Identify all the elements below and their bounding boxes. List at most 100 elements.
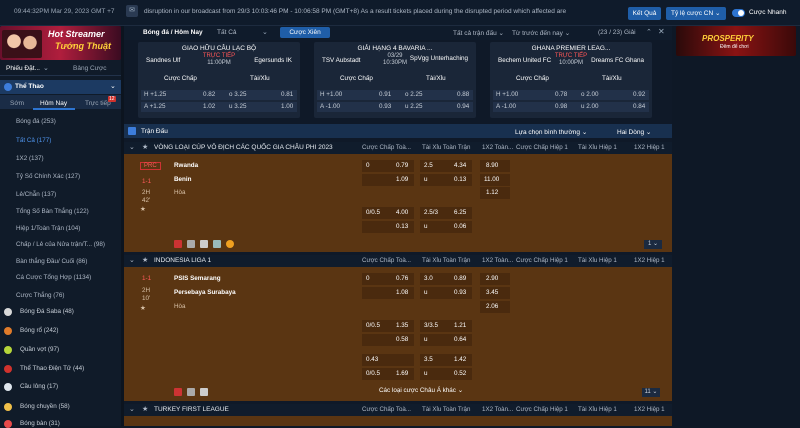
- card-odds-row[interactable]: A -1.00 0.98 u 2.00 0.84: [493, 102, 649, 112]
- star-icon[interactable]: ★: [142, 143, 148, 151]
- odds-cell[interactable]: 2.06: [480, 301, 510, 313]
- odds[interactable]: 0.79: [396, 162, 408, 169]
- tab-bet-slip[interactable]: Phiếu Đặt...: [6, 65, 40, 72]
- odds-cell[interactable]: 8.90: [480, 160, 510, 172]
- odds[interactable]: 6.25: [454, 209, 466, 216]
- chevron-down-icon[interactable]: ⌄: [129, 405, 135, 413]
- odds-cell[interactable]: u 0.52: [420, 368, 472, 380]
- tab-bet-list[interactable]: Bảng Cược: [73, 65, 107, 72]
- view-mode-select[interactable]: Hai Dòng ⌄: [617, 128, 651, 136]
- card-odds-row[interactable]: A +1.25 1.02 u 3.25 1.00: [141, 102, 297, 112]
- odds[interactable]: 1.09: [396, 176, 408, 183]
- chevron-up-icon[interactable]: ⌄: [110, 82, 116, 90]
- odds[interactable]: 0.13: [454, 176, 466, 183]
- league-count[interactable]: (23 / 23) Giải: [598, 29, 636, 36]
- odds-cell[interactable]: u 0.64: [420, 334, 472, 346]
- sidebar-item-half-handicap[interactable]: Chấp / Lẻ của Nửa trận/T... (98): [16, 241, 105, 248]
- league-header[interactable]: ⌄ ★ VÒNG LOẠI CÚP VÔ ĐỊCH CÁC QUỐC GIA C…: [124, 142, 672, 154]
- odds[interactable]: 1.12: [486, 189, 498, 196]
- collapse-icon[interactable]: ⌃: [646, 28, 652, 36]
- card-odds-row[interactable]: A -1.00 0.93 u 2.25 0.94: [317, 102, 473, 112]
- chevron-down-icon[interactable]: ⌄: [262, 28, 268, 36]
- sort-select[interactable]: Từ trước đến nay ⌄: [512, 29, 570, 37]
- odds-cell[interactable]: 0 0.76: [362, 273, 414, 285]
- odds[interactable]: 0.13: [396, 223, 408, 230]
- odds-cell[interactable]: 2.90: [480, 273, 510, 285]
- sidebar-item-mix-parlay[interactable]: Cá Cược Tổng Hợp (1134): [16, 274, 91, 281]
- more-asian-markets-link[interactable]: Các loại cược Châu Á khác ⌄: [379, 387, 463, 394]
- sidebar-item-correct-score[interactable]: Tỷ Số Chính Xác (127): [16, 173, 80, 180]
- sidebar-item-first-last-goal[interactable]: Bàn thắng Đầu/ Cuối (86): [16, 258, 87, 265]
- chevron-down-icon[interactable]: ⌄: [129, 143, 135, 151]
- results-button[interactable]: Kết Quả: [628, 7, 661, 20]
- bet-type-filter[interactable]: Tất Cả: [217, 29, 237, 36]
- odds-format-select[interactable]: Tỷ lệ cược CN ⌄: [666, 7, 726, 20]
- tab-today[interactable]: Hôm Nay: [40, 100, 67, 107]
- live-stream-icon[interactable]: [174, 240, 182, 248]
- sidebar-item-esports[interactable]: Thể Thao Điện Tử (44): [20, 365, 84, 372]
- parlay-button[interactable]: Cược Xiên: [280, 27, 330, 38]
- odds[interactable]: 4.34: [454, 162, 466, 169]
- odds-cell[interactable]: 3/3.5 1.21: [420, 320, 472, 332]
- odds-value[interactable]: 0.91: [379, 91, 391, 98]
- odds[interactable]: 2.06: [486, 303, 498, 310]
- odds-value[interactable]: 0.94: [457, 103, 469, 110]
- sidebar-item-basketball[interactable]: Bóng rổ (242): [20, 327, 59, 334]
- odds[interactable]: 0.52: [454, 370, 466, 377]
- cash-icon[interactable]: [200, 240, 208, 248]
- odds[interactable]: 11.00: [484, 176, 499, 183]
- quick-bet-toggle[interactable]: [732, 9, 745, 17]
- tab-early[interactable]: Sớm: [10, 100, 24, 107]
- odds-cell[interactable]: u 0.13: [420, 174, 472, 186]
- odds-cell[interactable]: 2.5 4.34: [420, 160, 472, 172]
- sidebar-item-total-goals[interactable]: Tổng Số Bàn Thắng (122): [16, 208, 89, 215]
- odds-cell[interactable]: 1.08: [362, 287, 414, 299]
- odds-value[interactable]: 0.81: [281, 91, 293, 98]
- odds[interactable]: 1.08: [396, 289, 408, 296]
- odds-value[interactable]: 0.93: [379, 103, 391, 110]
- more-markets-pager[interactable]: 1 ⌄: [644, 240, 662, 249]
- match-filter-select[interactable]: Tất cả trận đấu ⌄: [453, 29, 504, 37]
- field-icon[interactable]: [187, 388, 195, 396]
- odds-cell[interactable]: 2.5/3 6.25: [420, 207, 472, 219]
- odds[interactable]: 0.06: [454, 223, 466, 230]
- odds-value[interactable]: 0.82: [203, 91, 215, 98]
- odds[interactable]: 0.58: [396, 336, 408, 343]
- megaphone-icon[interactable]: ✉: [126, 5, 138, 17]
- live-tv-icon[interactable]: ★: [140, 305, 146, 312]
- coin-icon[interactable]: [226, 240, 234, 248]
- odds[interactable]: 2.90: [486, 275, 498, 282]
- stats-icon[interactable]: [213, 240, 221, 248]
- odds-cell[interactable]: 0.43: [362, 354, 414, 366]
- sidebar-item-volleyball[interactable]: Bóng chuyền (58): [20, 403, 70, 410]
- odds[interactable]: 0.89: [454, 275, 466, 282]
- sidebar-item-football[interactable]: Bóng đá (253): [16, 118, 56, 125]
- tab-live[interactable]: Trực tiếp: [85, 100, 111, 107]
- featured-match-card[interactable]: GIẢI HẠNG 4 BAVARIA ... TSV Aubstadt 03/…: [314, 42, 476, 118]
- featured-match-card[interactable]: GIAO HỮU CÂU LẠC BỘ Sandnes Ulf TRỰC TIẾ…: [138, 42, 300, 118]
- sidebar-item-outright[interactable]: Cược Thắng (76): [16, 292, 64, 299]
- odds-cell[interactable]: 0/0.5 1.35: [362, 320, 414, 332]
- odds-value[interactable]: 0.98: [555, 103, 567, 110]
- odds[interactable]: 4.00: [396, 209, 408, 216]
- streamer-banner[interactable]: Hot Streamer Tướng Thuật: [0, 26, 121, 60]
- close-icon[interactable]: ✕: [658, 27, 665, 36]
- star-icon[interactable]: ★: [142, 256, 148, 264]
- sidebar-item-tennis[interactable]: Quần vợt (97): [20, 346, 59, 353]
- odds[interactable]: 0.93: [454, 289, 466, 296]
- odds[interactable]: 8.90: [486, 162, 498, 169]
- odds[interactable]: 3.45: [486, 289, 498, 296]
- chevron-down-icon[interactable]: ⌄: [43, 64, 49, 72]
- odds-cell[interactable]: u 0.93: [420, 287, 472, 299]
- cash-icon[interactable]: [200, 388, 208, 396]
- live-tv-icon[interactable]: ★: [140, 206, 146, 213]
- sidebar-item-saba-football[interactable]: Bóng Đá Saba (48): [20, 308, 74, 315]
- more-markets-pager[interactable]: 11 ⌄: [642, 388, 660, 397]
- odds-cell[interactable]: 1.09: [362, 174, 414, 186]
- star-icon[interactable]: ★: [142, 405, 148, 413]
- sidebar-item-badminton[interactable]: Cầu lông (17): [20, 383, 58, 390]
- odds[interactable]: 0.64: [454, 336, 466, 343]
- selection-filter[interactable]: Lựa chọn bình thường ⌄: [515, 128, 587, 136]
- odds-value[interactable]: 1.00: [281, 103, 293, 110]
- odds-value[interactable]: 0.92: [633, 91, 645, 98]
